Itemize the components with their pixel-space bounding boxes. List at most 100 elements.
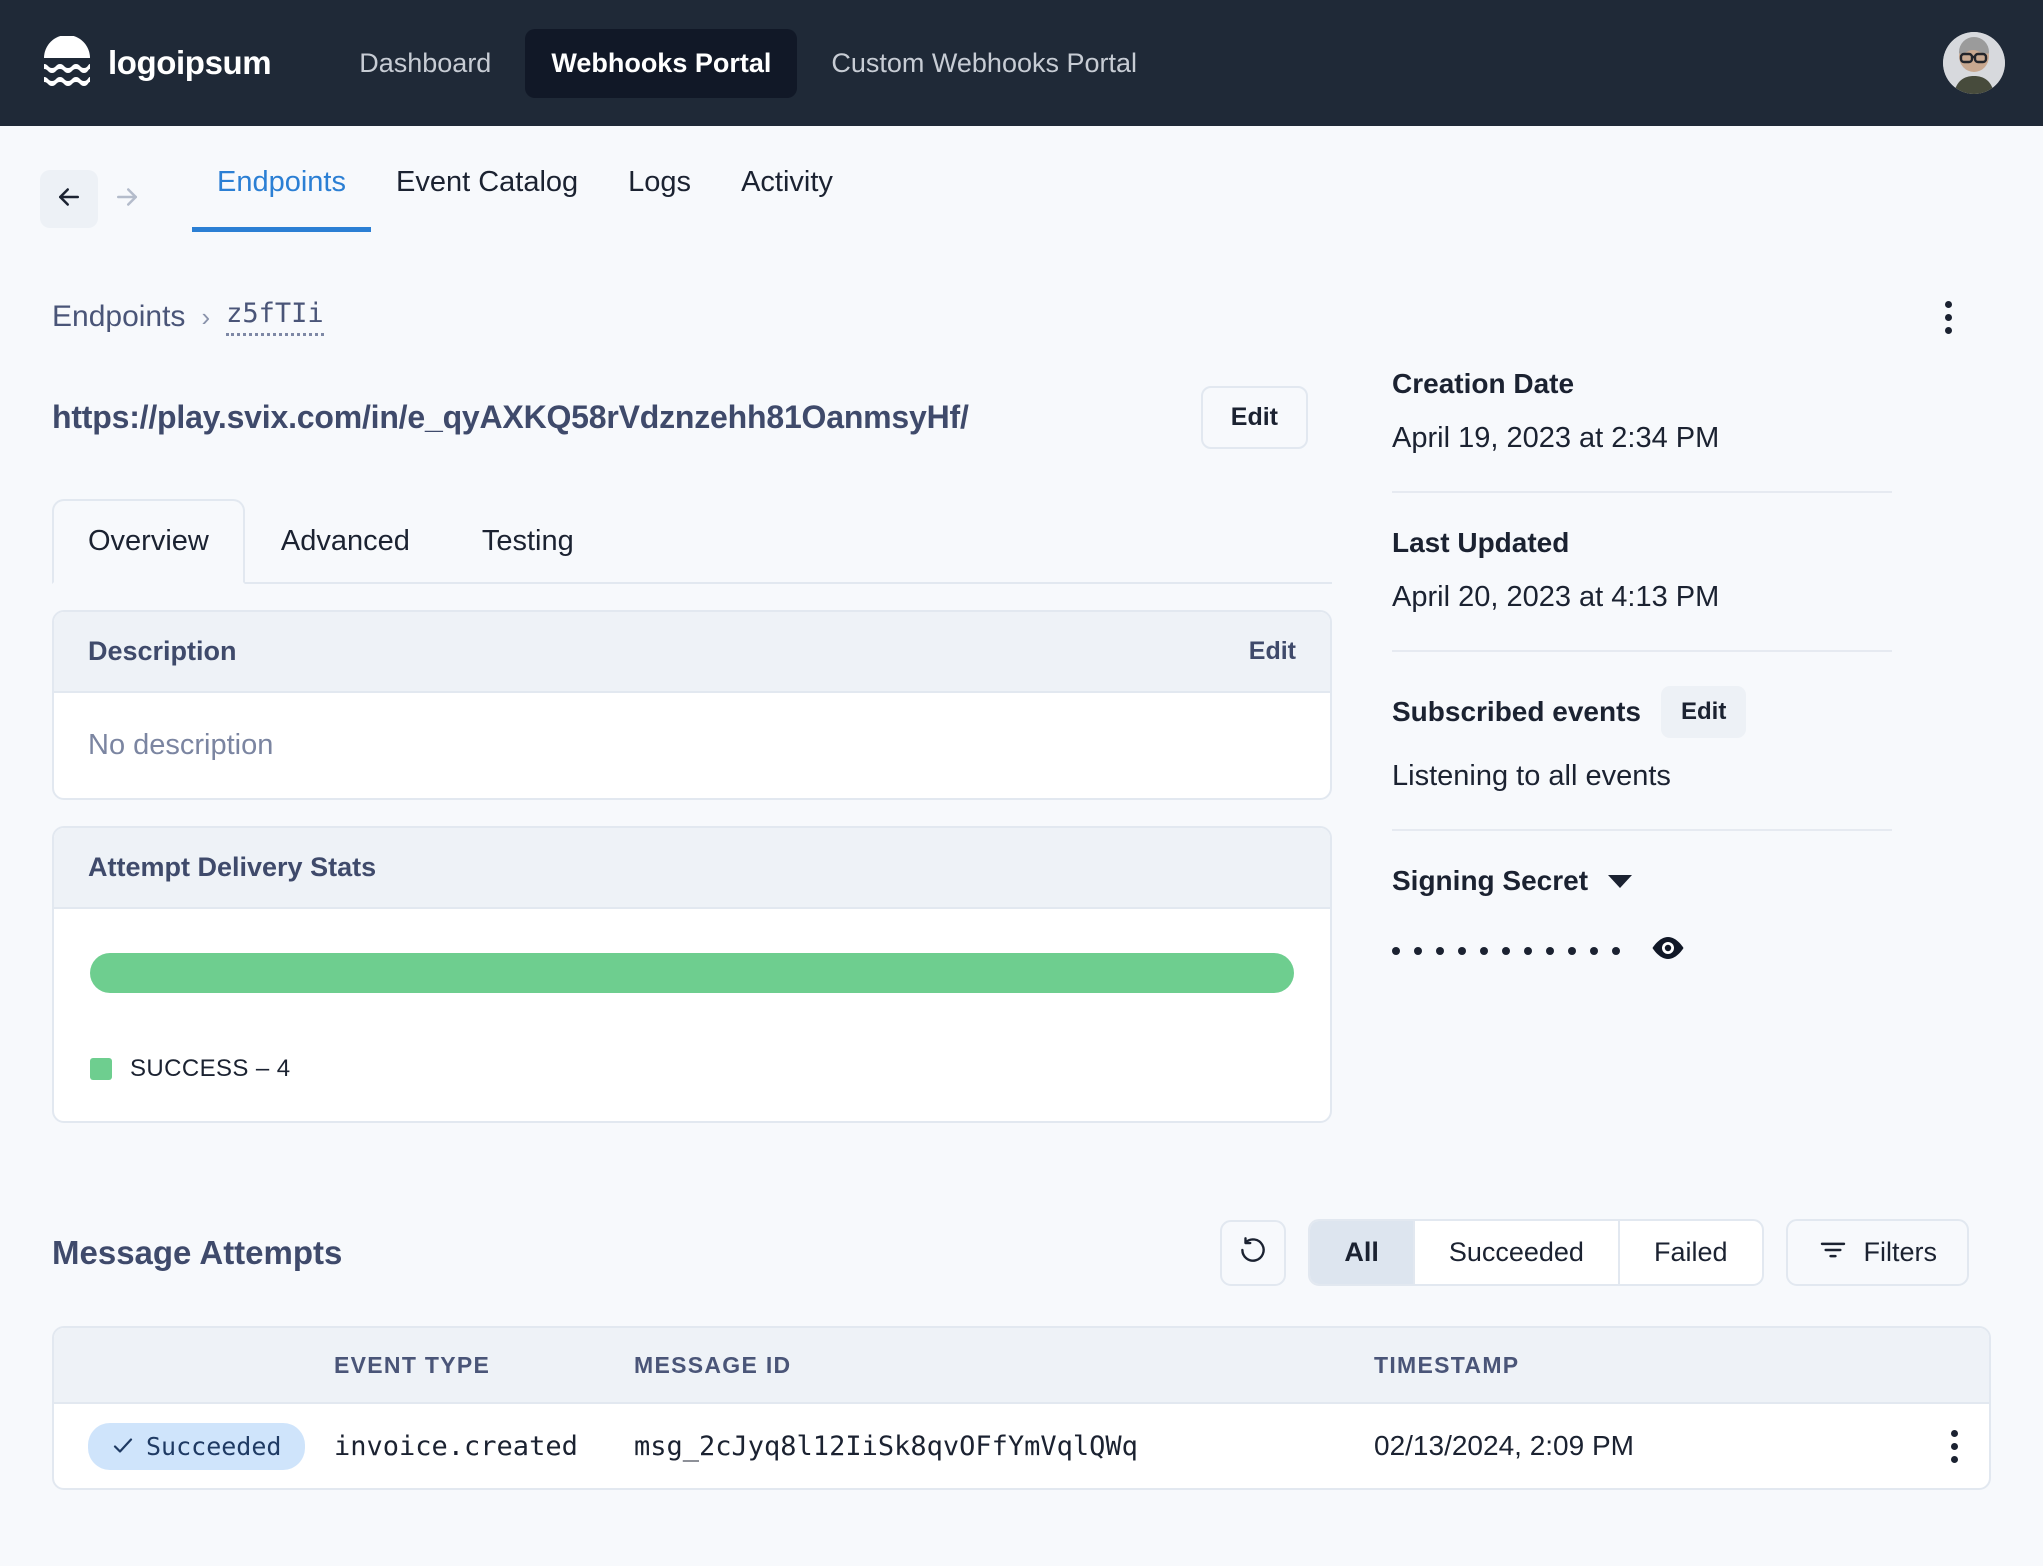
- table-row[interactable]: Succeeded invoice.created msg_2cJyq8l12I…: [54, 1404, 1989, 1488]
- tab-endpoints[interactable]: Endpoints: [192, 166, 371, 232]
- filters-button[interactable]: Filters: [1785, 1219, 1969, 1286]
- signing-secret-value-row: [1392, 935, 1892, 966]
- signing-secret-row[interactable]: Signing Secret: [1392, 865, 1892, 897]
- row-timestamp: 02/13/2024, 2:09 PM: [1374, 1430, 1634, 1461]
- secret-dot: [1568, 946, 1576, 955]
- arrow-right-icon: [112, 182, 142, 217]
- forward-button[interactable]: [98, 170, 156, 228]
- message-attempts-title: Message Attempts: [52, 1233, 343, 1271]
- attempt-delivery-stats-panel: Attempt Delivery Stats SUCCESS – 4: [52, 826, 1332, 1123]
- secret-dot: [1392, 946, 1400, 955]
- endpoint-url: https://play.svix.com/in/e_qyAXKQ58rVdzn…: [52, 399, 969, 435]
- column-message-id: MESSAGE ID: [634, 1351, 792, 1378]
- last-updated-value: April 20, 2023 at 4:13 PM: [1392, 581, 1720, 613]
- user-avatar[interactable]: [1943, 32, 2005, 94]
- secret-dot: [1502, 946, 1510, 955]
- back-button[interactable]: [40, 170, 98, 228]
- legend-swatch-success: [90, 1058, 112, 1080]
- secret-dot: [1524, 946, 1532, 955]
- refresh-icon: [1238, 1235, 1268, 1270]
- endpoint-tabs: Overview Advanced Testing: [52, 497, 1332, 584]
- stats-panel-header: Attempt Delivery Stats: [54, 828, 1330, 909]
- row-status-cell: Succeeded: [54, 1422, 334, 1470]
- chevron-down-icon[interactable]: [1608, 874, 1633, 888]
- message-attempts-section: Message Attempts All Succeeded Failed Fi…: [0, 1219, 2043, 1490]
- message-attempts-toolbar: All Succeeded Failed Filters: [1220, 1219, 1969, 1286]
- divider: [1392, 491, 1892, 493]
- signing-secret-label: Signing Secret: [1392, 865, 1589, 896]
- signing-secret-masked-value: [1392, 946, 1620, 955]
- row-actions-cell: [1919, 1429, 1989, 1463]
- wave-logo-icon: [40, 35, 94, 90]
- top-navigation-bar: logoipsum Dashboard Webhooks Portal Cust…: [0, 0, 2043, 126]
- arrow-left-icon: [54, 182, 84, 217]
- filter-succeeded[interactable]: Succeeded: [1415, 1221, 1620, 1284]
- divider: [1392, 829, 1892, 831]
- tab-overview[interactable]: Overview: [52, 499, 245, 584]
- tab-advanced[interactable]: Advanced: [245, 499, 446, 584]
- nav-link-webhooks-portal[interactable]: Webhooks Portal: [525, 28, 798, 98]
- eye-icon[interactable]: [1650, 935, 1686, 966]
- filters-label: Filters: [1863, 1237, 1938, 1267]
- filter-icon: [1818, 1237, 1848, 1268]
- filter-failed[interactable]: Failed: [1620, 1221, 1762, 1284]
- breadcrumb: Endpoints › z5fTIi: [52, 298, 324, 336]
- row-event-type: invoice.created: [334, 1430, 578, 1462]
- status-filter-segmented-control: All Succeeded Failed: [1308, 1219, 1764, 1286]
- check-icon: [112, 1432, 134, 1461]
- kebab-dot: [1950, 1455, 1958, 1463]
- description-panel-header: Description Edit: [54, 612, 1330, 693]
- nav-link-dashboard[interactable]: Dashboard: [333, 29, 517, 98]
- description-panel: Description Edit No description: [52, 610, 1332, 800]
- description-panel-body: No description: [54, 693, 1330, 798]
- stacked-bar-track: [54, 909, 1330, 1015]
- stats-chart: SUCCESS – 4: [54, 909, 1330, 1121]
- divider: [1392, 650, 1892, 652]
- breadcrumb-row: Endpoints › z5fTIi: [52, 294, 1991, 340]
- legend-label-success: SUCCESS – 4: [130, 1055, 291, 1082]
- secret-dot: [1546, 946, 1554, 955]
- subscribed-events-value: Listening to all events: [1392, 760, 1671, 792]
- section-tabs: Endpoints Event Catalog Logs Activity: [192, 166, 858, 232]
- description-title: Description: [88, 636, 237, 666]
- endpoint-detail-page: Endpoints › z5fTIi https://play.svix.com…: [0, 294, 2043, 1123]
- creation-date-value: April 19, 2023 at 2:34 PM: [1392, 422, 1720, 454]
- primary-nav-links: Dashboard Webhooks Portal Custom Webhook…: [333, 28, 1163, 98]
- tab-logs[interactable]: Logs: [603, 166, 716, 232]
- detail-columns: https://play.svix.com/in/e_qyAXKQ58rVdzn…: [52, 340, 1991, 1123]
- message-attempts-header: Message Attempts All Succeeded Failed Fi…: [52, 1219, 1991, 1286]
- row-message-id: msg_2cJyq8l12IiSk8qvOFfYmVqlQWq: [634, 1430, 1138, 1462]
- secret-dot: [1612, 946, 1620, 955]
- secret-dot: [1458, 946, 1466, 955]
- description-empty-text: No description: [88, 729, 274, 761]
- edit-endpoint-button[interactable]: Edit: [1200, 386, 1308, 449]
- edit-subscribed-events-button[interactable]: Edit: [1660, 686, 1747, 738]
- chart-legend: SUCCESS – 4: [54, 1015, 1330, 1121]
- breadcrumb-endpoints[interactable]: Endpoints: [52, 300, 185, 334]
- tab-testing[interactable]: Testing: [446, 499, 610, 584]
- secret-dot: [1436, 946, 1444, 955]
- nav-link-custom-webhooks-portal[interactable]: Custom Webhooks Portal: [805, 29, 1163, 98]
- endpoint-url-row: https://play.svix.com/in/e_qyAXKQ58rVdzn…: [52, 386, 1332, 449]
- tab-event-catalog[interactable]: Event Catalog: [371, 166, 603, 232]
- more-vertical-icon[interactable]: [1925, 294, 1971, 340]
- subscribed-events-row: Subscribed events Edit: [1392, 686, 1892, 738]
- brand-logo[interactable]: logoipsum: [40, 35, 272, 90]
- stacked-bar-success-segment: [90, 953, 1294, 993]
- filter-all[interactable]: All: [1310, 1221, 1415, 1284]
- refresh-button[interactable]: [1220, 1219, 1287, 1286]
- tab-activity[interactable]: Activity: [716, 166, 858, 232]
- last-updated-label: Last Updated: [1392, 527, 1570, 558]
- breadcrumb-current-endpoint-id[interactable]: z5fTIi: [226, 298, 324, 336]
- breadcrumb-separator-icon: ›: [201, 301, 211, 332]
- kebab-dot: [1944, 313, 1952, 321]
- detail-sidebar: Creation Date April 19, 2023 at 2:34 PM …: [1392, 340, 1892, 966]
- stats-title: Attempt Delivery Stats: [88, 852, 377, 882]
- secret-dot: [1590, 946, 1598, 955]
- more-vertical-icon[interactable]: [1919, 1429, 1989, 1463]
- creation-date-label: Creation Date: [1392, 368, 1575, 399]
- brand-name: logoipsum: [108, 44, 272, 81]
- edit-description-button[interactable]: Edit: [1249, 637, 1296, 666]
- status-badge: Succeeded: [88, 1422, 306, 1470]
- secret-dot: [1480, 946, 1488, 955]
